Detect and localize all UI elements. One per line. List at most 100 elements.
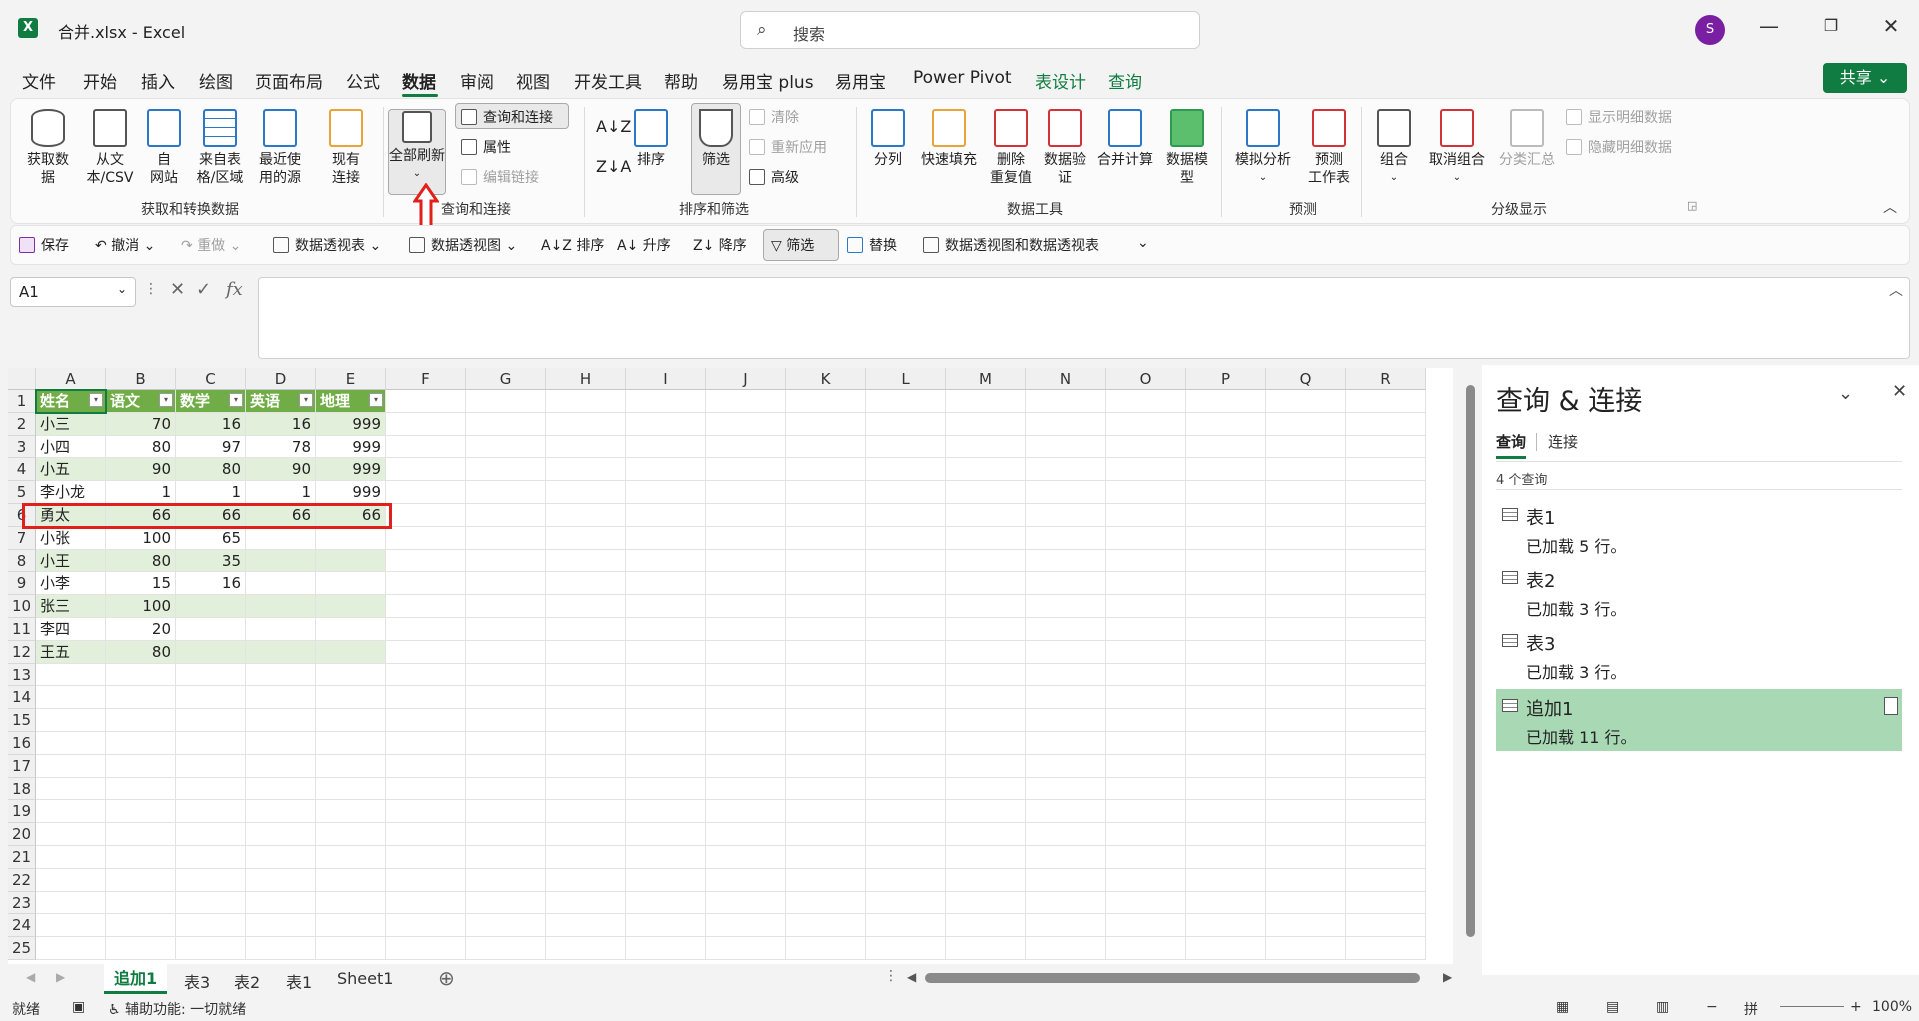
cell[interactable] bbox=[1346, 481, 1426, 504]
cell[interactable] bbox=[546, 686, 626, 710]
cell[interactable] bbox=[546, 435, 626, 459]
cell[interactable] bbox=[106, 663, 176, 687]
cell[interactable] bbox=[946, 846, 1026, 869]
cell[interactable] bbox=[866, 663, 946, 687]
cell[interactable] bbox=[1266, 549, 1346, 573]
cell[interactable] bbox=[36, 914, 106, 938]
cell[interactable] bbox=[706, 823, 786, 846]
cell[interactable] bbox=[786, 549, 866, 573]
cell[interactable] bbox=[626, 504, 706, 527]
cell[interactable] bbox=[1026, 686, 1106, 710]
cell[interactable] bbox=[706, 891, 786, 915]
filter-dropdown-icon[interactable]: ▾ bbox=[159, 393, 173, 407]
vertical-scroll-thumb[interactable] bbox=[1466, 385, 1475, 937]
cell[interactable] bbox=[1026, 504, 1106, 527]
restore-button[interactable]: ❐ bbox=[1816, 16, 1846, 35]
cell[interactable] bbox=[706, 412, 786, 436]
cell[interactable] bbox=[866, 481, 946, 504]
cell[interactable] bbox=[1186, 846, 1266, 869]
table-cell[interactable]: 999 bbox=[316, 458, 386, 482]
cell[interactable] bbox=[706, 732, 786, 755]
table-cell[interactable]: 李小龙 bbox=[36, 481, 106, 504]
cell[interactable] bbox=[316, 868, 386, 892]
filter-dropdown-icon[interactable]: ▾ bbox=[299, 393, 313, 407]
cell[interactable] bbox=[1266, 481, 1346, 504]
cell[interactable] bbox=[1346, 595, 1426, 618]
cell[interactable] bbox=[786, 891, 866, 915]
cell[interactable] bbox=[706, 663, 786, 687]
cell[interactable] bbox=[866, 777, 946, 801]
cell[interactable] bbox=[626, 481, 706, 504]
edit-links-button[interactable]: 编辑链接 bbox=[461, 167, 539, 187]
cell[interactable] bbox=[1266, 709, 1346, 732]
cell[interactable] bbox=[176, 732, 246, 755]
cell[interactable] bbox=[1026, 868, 1106, 892]
zoom-level[interactable]: 100% bbox=[1872, 999, 1912, 1015]
zoom-slider[interactable] bbox=[1780, 1006, 1844, 1007]
cell[interactable] bbox=[786, 458, 866, 482]
table-cell[interactable] bbox=[316, 549, 386, 573]
cell[interactable] bbox=[946, 868, 1026, 892]
table-cell[interactable] bbox=[246, 526, 316, 550]
cell[interactable] bbox=[1026, 914, 1106, 938]
cell[interactable] bbox=[176, 686, 246, 710]
cell[interactable] bbox=[1106, 595, 1186, 618]
cell[interactable] bbox=[1346, 504, 1426, 527]
table-cell[interactable]: 20 bbox=[106, 618, 176, 641]
table-cell[interactable] bbox=[246, 618, 316, 641]
table-cell[interactable]: 16 bbox=[246, 412, 316, 436]
cell[interactable] bbox=[1266, 435, 1346, 459]
cell[interactable] bbox=[1346, 800, 1426, 824]
cell[interactable] bbox=[466, 823, 546, 846]
cell[interactable] bbox=[546, 777, 626, 801]
cell[interactable] bbox=[1106, 891, 1186, 915]
zoom-in-icon[interactable]: + bbox=[1850, 999, 1862, 1015]
cell[interactable] bbox=[546, 663, 626, 687]
more-options-icon[interactable]: ⋮ bbox=[144, 281, 158, 297]
cell[interactable] bbox=[316, 846, 386, 869]
cell[interactable] bbox=[1186, 754, 1266, 778]
cell[interactable] bbox=[386, 663, 466, 687]
cell[interactable] bbox=[946, 504, 1026, 527]
cell[interactable] bbox=[386, 868, 466, 892]
query-item-table2[interactable]: 表2 已加载 3 行。 bbox=[1496, 561, 1902, 623]
cell[interactable] bbox=[1186, 572, 1266, 596]
consolidate-button[interactable]: 合并计算 bbox=[1093, 109, 1157, 169]
cell[interactable] bbox=[316, 663, 386, 687]
row-header[interactable]: 23 bbox=[8, 891, 36, 915]
cell[interactable] bbox=[626, 937, 706, 960]
table-cell[interactable] bbox=[176, 595, 246, 618]
cell[interactable] bbox=[706, 435, 786, 459]
cell[interactable] bbox=[36, 754, 106, 778]
column-header[interactable]: C bbox=[176, 368, 246, 390]
table-cell[interactable]: 65 bbox=[176, 526, 246, 550]
qat-redo-button[interactable]: ↷ 重做 ⌄ bbox=[181, 235, 241, 255]
cell[interactable] bbox=[1106, 458, 1186, 482]
tab-developer[interactable]: 开发工具 bbox=[574, 68, 642, 93]
table-cell[interactable]: 小五 bbox=[36, 458, 106, 482]
cell[interactable] bbox=[1346, 754, 1426, 778]
cell[interactable] bbox=[1346, 549, 1426, 573]
qat-pivot-chart-button[interactable]: 数据透视图 ⌄ bbox=[409, 235, 517, 255]
cell[interactable] bbox=[106, 846, 176, 869]
cell[interactable] bbox=[386, 709, 466, 732]
table-header-cell[interactable]: 英语 ▾ bbox=[246, 390, 316, 413]
sheet-tab-table1[interactable]: 表1 bbox=[286, 969, 312, 993]
sheet-tab-table2[interactable]: 表2 bbox=[234, 969, 260, 993]
advanced-filter-button[interactable]: 高级 bbox=[749, 167, 799, 187]
flash-fill-button[interactable]: 快速填充 bbox=[917, 109, 981, 169]
cell[interactable] bbox=[546, 846, 626, 869]
cell[interactable] bbox=[546, 754, 626, 778]
hide-detail-button[interactable]: 隐藏明细数据 bbox=[1566, 137, 1672, 157]
cell[interactable] bbox=[36, 709, 106, 732]
worksheet-grid[interactable]: A B C D E F G H I J K L M N O P Q R 1 姓名 ▾ 语文 ▾ 数学 ▾ 英语 ▾ 地理 ▾ 2 小三 70 1… bbox=[8, 368, 1453, 964]
cell[interactable] bbox=[1186, 390, 1266, 413]
horizontal-scroll-thumb[interactable] bbox=[925, 973, 1420, 983]
table-cell[interactable]: 张三 bbox=[36, 595, 106, 618]
cell[interactable] bbox=[1106, 800, 1186, 824]
enter-icon[interactable]: ✓ bbox=[196, 279, 211, 300]
cell[interactable] bbox=[386, 846, 466, 869]
cell[interactable] bbox=[1266, 754, 1346, 778]
cell[interactable] bbox=[386, 458, 466, 482]
cell[interactable] bbox=[1106, 846, 1186, 869]
